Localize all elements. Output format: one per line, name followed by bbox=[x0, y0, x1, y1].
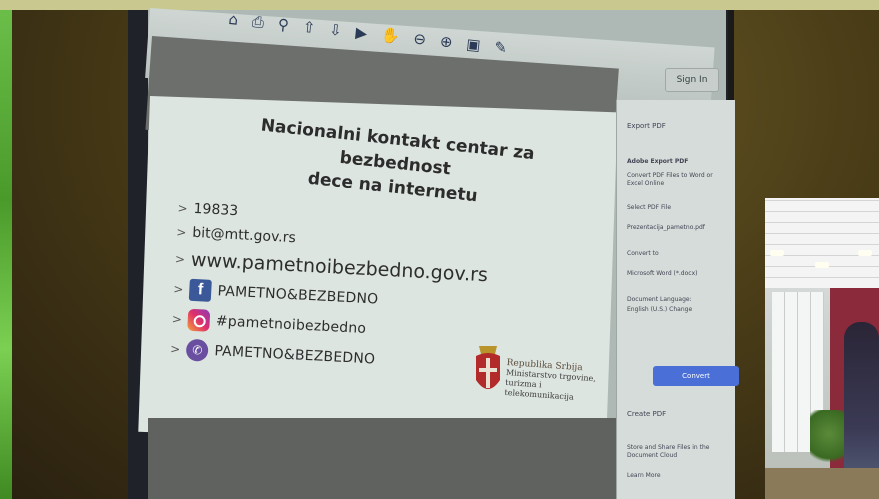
serbian-coat-of-arms-icon bbox=[476, 346, 500, 389]
format-select[interactable]: Microsoft Word (*.docx) bbox=[627, 270, 727, 278]
facebook-handle: PAMETNO&BEZBEDNO bbox=[217, 283, 379, 308]
export-pdf-tool[interactable]: Export PDF bbox=[627, 122, 727, 130]
potted-plant bbox=[810, 410, 848, 470]
arrow-icon: > bbox=[175, 224, 187, 240]
export-pdf-title: Adobe Export PDF bbox=[627, 158, 689, 165]
comment-icon[interactable]: ✎ bbox=[494, 38, 508, 57]
classroom-ceiling bbox=[765, 198, 879, 288]
arrow-icon: > bbox=[171, 311, 183, 327]
page-down-icon[interactable]: ⇩ bbox=[328, 21, 342, 40]
pdf-footer-band bbox=[148, 418, 624, 499]
ceiling-light bbox=[0, 0, 879, 10]
classroom-floor bbox=[765, 468, 879, 499]
language-value[interactable]: English (U.S.) Change bbox=[627, 306, 727, 314]
page-up-icon[interactable]: ⇧ bbox=[302, 18, 316, 37]
search-icon[interactable]: ⚲ bbox=[277, 15, 290, 34]
facebook-icon: f bbox=[189, 278, 213, 302]
arrow-icon: > bbox=[174, 251, 186, 267]
instagram-handle: #pametnoibezbedno bbox=[215, 313, 367, 338]
ceiling-lamp bbox=[815, 262, 829, 268]
acrobat-tools-panel: Export PDF Adobe Export PDF Convert PDF … bbox=[616, 100, 739, 499]
green-wall-strip bbox=[0, 0, 12, 499]
create-pdf-tool[interactable]: Create PDF bbox=[627, 410, 727, 418]
select-file-label: Select PDF File bbox=[627, 204, 672, 211]
phone-number: 19833 bbox=[193, 200, 239, 220]
selected-file[interactable]: Prezentacija_pametno.pdf bbox=[627, 224, 727, 232]
convert-button[interactable]: Convert bbox=[653, 366, 739, 386]
arrow-icon: > bbox=[177, 200, 188, 216]
instagram-icon bbox=[187, 308, 211, 332]
print-icon[interactable]: ⎙ bbox=[251, 12, 265, 31]
hand-tool-icon[interactable]: ✋ bbox=[380, 26, 400, 46]
document-language-label: Document Language: bbox=[627, 296, 692, 303]
convert-description: Convert PDF Files to Word or Excel Onlin… bbox=[627, 172, 713, 187]
home-icon[interactable]: ⌂ bbox=[228, 10, 239, 29]
ceiling-lamp bbox=[858, 250, 872, 256]
bullet-list: > 19833 > bit@mtt.gov.rs > www.pametnoib… bbox=[169, 200, 497, 385]
email-address: bit@mtt.gov.rs bbox=[191, 224, 297, 247]
ceiling-lamp bbox=[770, 250, 784, 256]
fit-page-icon[interactable]: ▣ bbox=[465, 35, 481, 54]
sign-in-button[interactable]: Sign In bbox=[665, 68, 719, 92]
zoom-in-icon[interactable]: ⊕ bbox=[439, 32, 453, 51]
convert-to-label: Convert to bbox=[627, 250, 659, 257]
select-cursor-icon[interactable]: ▶ bbox=[355, 23, 368, 42]
zoom-out-icon[interactable]: ⊖ bbox=[413, 29, 427, 48]
viber-handle: PAMETNO&BEZBEDNO bbox=[213, 343, 376, 368]
store-share-text: Store and Share Files in the Document Cl… bbox=[627, 444, 710, 459]
learn-more-link[interactable]: Learn More bbox=[627, 472, 727, 480]
arrow-icon: > bbox=[169, 341, 181, 357]
viber-icon: ✆ bbox=[185, 338, 209, 362]
ministry-label: Republika Srbija Ministarstvo trgovine, … bbox=[504, 358, 626, 406]
arrow-icon: > bbox=[172, 281, 184, 297]
